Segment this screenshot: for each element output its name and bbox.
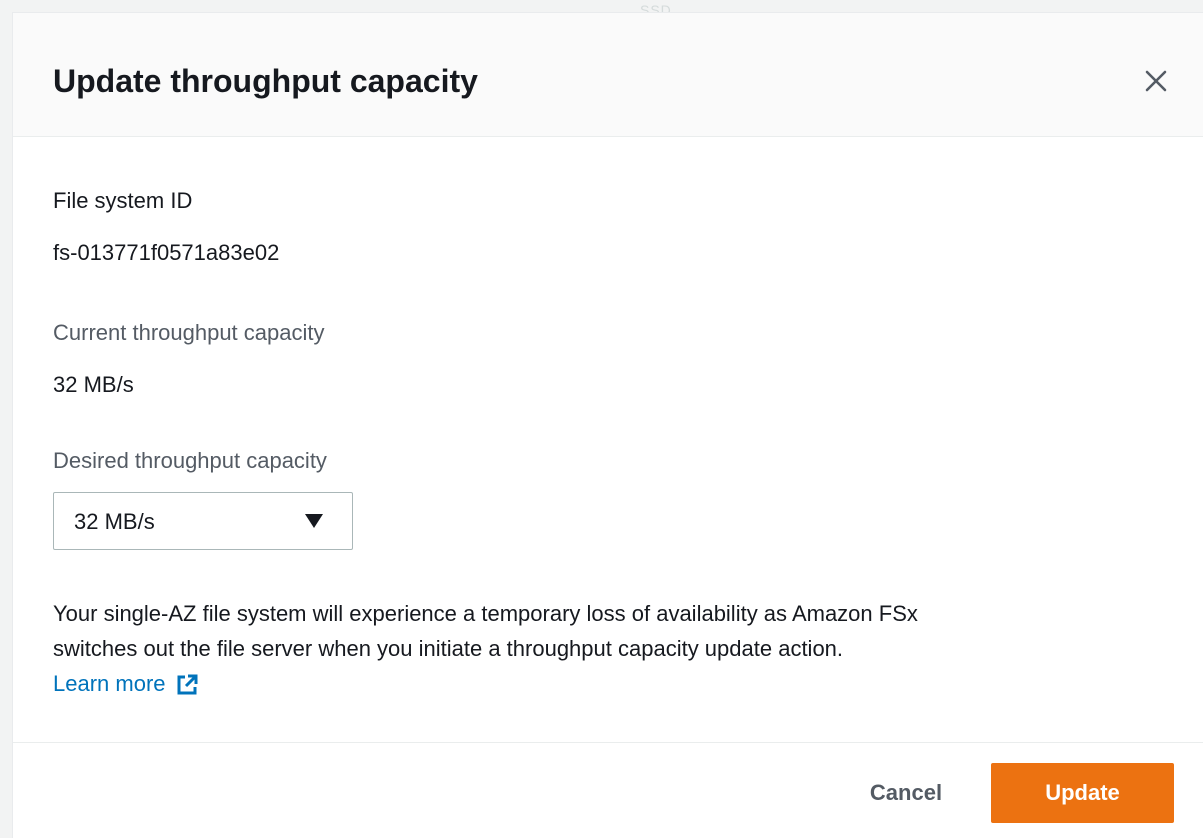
notice-line-1: Your single-AZ file system will experien…	[53, 601, 918, 626]
desired-throughput-select[interactable]: 32 MB/s	[53, 492, 353, 550]
desired-throughput-selected-value: 32 MB/s	[74, 509, 155, 534]
learn-more-link[interactable]: Learn more	[53, 666, 198, 701]
notice-line-2: switches out the file server when you in…	[53, 636, 844, 661]
cancel-button[interactable]: Cancel	[843, 763, 969, 823]
caret-down-icon	[305, 514, 323, 528]
current-throughput-value: 32 MB/s	[53, 372, 134, 397]
modal-header: Update throughput capacity	[13, 13, 1203, 137]
file-system-id-value: fs-013771f0571a83e02	[53, 240, 280, 265]
desired-throughput-label: Desired throughput capacity	[53, 448, 327, 473]
current-throughput-label: Current throughput capacity	[53, 320, 325, 345]
close-icon	[1145, 70, 1167, 92]
learn-more-label: Learn more	[53, 671, 166, 696]
update-button[interactable]: Update	[991, 763, 1174, 823]
availability-notice: Your single-AZ file system will experien…	[53, 596, 1163, 701]
modal-title: Update throughput capacity	[53, 63, 478, 99]
close-button[interactable]	[1138, 63, 1174, 99]
external-link-icon	[177, 674, 198, 694]
footer-divider	[13, 742, 1203, 743]
file-system-id-label: File system ID	[53, 188, 193, 213]
update-throughput-modal: Update throughput capacity File system I…	[12, 12, 1203, 838]
